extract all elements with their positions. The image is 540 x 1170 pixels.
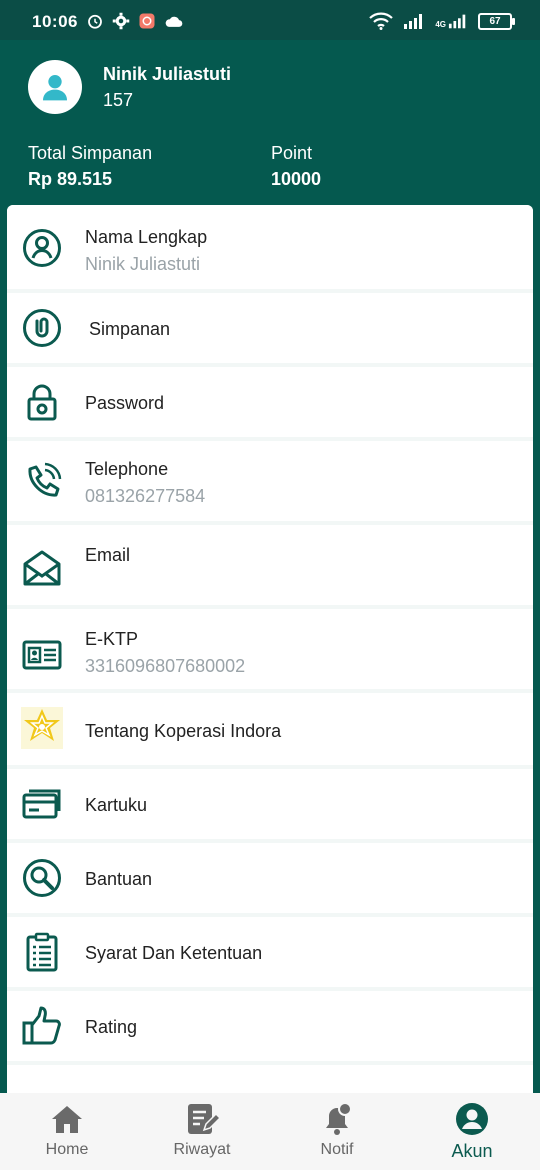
lock-icon [27, 384, 57, 421]
menu-item-title: Tentang Koperasi Indora [85, 721, 282, 741]
menu-item-title: Rating [85, 1017, 138, 1037]
menu-item-telephone[interactable]: Telephone 081326277584 [7, 441, 533, 521]
user-id: 157 [103, 90, 134, 110]
history-icon [188, 1104, 220, 1134]
menu-item-title: Bantuan [85, 869, 153, 889]
nav-notif[interactable]: Notif [277, 1101, 397, 1159]
menu-item-bantuan[interactable]: Bantuan [7, 843, 533, 913]
koperasi-logo-icon [21, 707, 63, 749]
menu-item-title: Simpanan [89, 319, 171, 339]
status-time: 10:06 [32, 12, 78, 31]
point-value: 10000 [271, 169, 322, 189]
point-label: Point [271, 143, 313, 163]
menu-item-title: Syarat Dan Ketentuan [85, 943, 263, 963]
app-notification-icon [139, 13, 155, 29]
menu-item-title: Password [85, 393, 165, 413]
bell-icon [326, 1102, 352, 1135]
user-avatar-icon [43, 75, 67, 101]
nav-label: Notif [320, 1141, 354, 1158]
menu-item-partial[interactable] [7, 1065, 533, 1093]
menu-item-email[interactable]: Email [7, 525, 533, 605]
menu-item-tentang-koperasi[interactable]: Tentang Koperasi Indora [7, 693, 533, 765]
battery-icon: 67 [478, 12, 515, 30]
signal-4g-icon: 4G [435, 13, 468, 29]
nav-home[interactable]: Home [7, 1101, 127, 1159]
menu-item-title: Kartuku [85, 795, 148, 815]
home-icon [52, 1106, 82, 1133]
user-name: Ninik Juliastuti [103, 64, 232, 84]
bottom-navigation: Home Riwayat Notif Akun [0, 1093, 540, 1170]
settings-gear-icon [112, 12, 130, 30]
user-circle-icon [23, 229, 61, 267]
account-menu-list[interactable]: Nama Lengkap Ninik Juliastuti Simpanan P… [7, 205, 533, 1093]
menu-item-title: Email [85, 545, 131, 565]
profile-header: Ninik Juliastuti 157 Total Simpanan Rp 8… [0, 40, 540, 205]
savings-icon [23, 309, 61, 347]
signal-icon [404, 14, 423, 29]
nav-label: Home [45, 1141, 89, 1158]
nav-label: Riwayat [173, 1141, 231, 1158]
total-simpanan-value: Rp 89.515 [28, 169, 113, 189]
alarm-icon [88, 14, 102, 29]
network-type: 4G [435, 20, 446, 29]
clipboard-icon [26, 932, 58, 972]
share-icon [21, 1083, 63, 1093]
nav-riwayat[interactable]: Riwayat [142, 1101, 262, 1159]
account-icon [456, 1103, 488, 1135]
menu-item-subtitle: Ninik Juliastuti [85, 254, 201, 274]
status-bar: 10:06 4G 67 [0, 0, 540, 40]
avatar[interactable] [28, 60, 82, 114]
menu-item-title: Telephone [85, 459, 169, 479]
menu-item-rating[interactable]: Rating [7, 991, 533, 1061]
menu-item-password[interactable]: Password [7, 367, 533, 437]
card-icon [22, 789, 61, 819]
cloud-icon [165, 16, 183, 27]
phone-icon [28, 462, 62, 497]
thumbs-up-icon [22, 1006, 61, 1045]
total-simpanan-label: Total Simpanan [28, 143, 153, 163]
wifi-icon [369, 12, 394, 30]
menu-item-simpanan[interactable]: Simpanan [7, 293, 533, 363]
status-system-icons: 4G 67 [369, 12, 515, 30]
menu-item-nama-lengkap[interactable]: Nama Lengkap Ninik Juliastuti [7, 205, 533, 289]
menu-item-e-ktp[interactable]: E-KTP 3316096807680002 [7, 609, 533, 689]
nav-akun[interactable]: Akun [412, 1101, 532, 1162]
menu-item-title: E-KTP [85, 629, 139, 649]
menu-item-syarat-ketentuan[interactable]: Syarat Dan Ketentuan [7, 917, 533, 987]
status-notification-icons [86, 12, 184, 30]
menu-item-title: Nama Lengkap [85, 227, 208, 247]
menu-item-subtitle: 081326277584 [85, 486, 206, 506]
search-help-icon [23, 859, 61, 897]
nav-label: Akun [451, 1141, 493, 1161]
envelope-icon [23, 550, 61, 586]
menu-item-kartuku[interactable]: Kartuku [7, 769, 533, 839]
id-card-icon [22, 640, 62, 670]
menu-item-subtitle: 3316096807680002 [85, 656, 246, 676]
